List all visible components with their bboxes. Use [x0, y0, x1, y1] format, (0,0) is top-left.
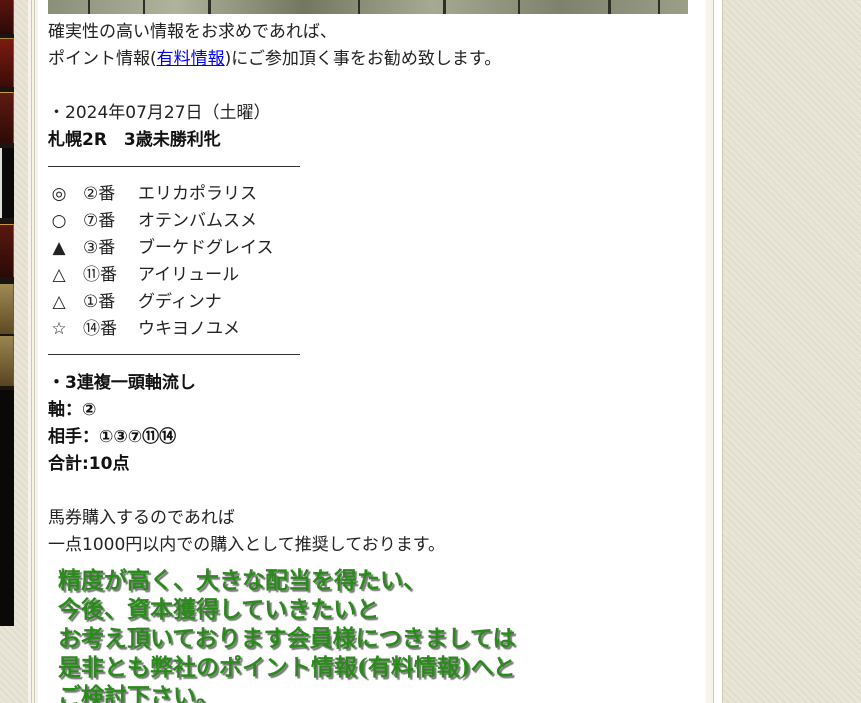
- purchase-line-2: 一点1000円以内での購入として推奨しております。: [48, 535, 446, 555]
- sidebar-button-6[interactable]: [0, 336, 14, 386]
- pick-mark: △: [52, 292, 66, 312]
- sidebar-button-2[interactable]: [0, 38, 14, 87]
- sidebar-dark-block: [0, 390, 14, 626]
- sidebar-button-3[interactable]: [0, 92, 14, 143]
- promo-message: 精度が高く、大きな配当を得たい、 今後、資本獲得していきたいと お考え頂いており…: [58, 566, 516, 703]
- race-date: ・2024年07月27日（土曜）: [48, 103, 271, 123]
- intro-line-2-before: ポイント情報(: [48, 49, 157, 69]
- bet-axis: 軸：②: [48, 400, 97, 420]
- pick-horse: ブーケドグレイス: [138, 238, 274, 258]
- article-content: 確実性の高い情報をお求めであれば、 ポイント情報(有料情報)にご参加頂く事をお勧…: [38, 0, 706, 703]
- promo-line: ご検討下さい。: [58, 683, 219, 703]
- promo-line: 精度が高く、大きな配当を得たい、: [58, 567, 426, 594]
- pick-number: ⑭番: [83, 319, 117, 339]
- pick-mark: ▲: [52, 238, 66, 258]
- top-banner-image: [48, 0, 688, 14]
- bet-total: 合計:10点: [48, 454, 130, 474]
- promo-line: 是非とも弊社のポイント情報(有料情報)へと: [58, 654, 516, 681]
- promo-line: 今後、資本獲得していきたいと: [58, 596, 380, 623]
- pick-number: ①番: [83, 292, 116, 312]
- promo-line: お考え頂いております会員様につきましては: [58, 625, 516, 652]
- bet-partners: 相手：①③⑦⑪⑭: [48, 427, 177, 447]
- pick-mark: ◎: [51, 184, 67, 204]
- right-panel-border: [713, 0, 723, 703]
- sidebar-button-4[interactable]: [0, 224, 14, 277]
- pick-number: ⑦番: [83, 211, 116, 231]
- bet-type: ・3連複一頭軸流し: [48, 373, 196, 393]
- pick-horse: ウキヨノユメ: [138, 319, 240, 339]
- divider-top: [48, 166, 300, 167]
- pick-mark: ○: [51, 211, 67, 231]
- sidebar-button-1[interactable]: [0, 0, 14, 34]
- pick-number: ③番: [83, 238, 116, 258]
- intro-line-2: ポイント情報(有料情報)にご参加頂く事をお勧め致します。: [48, 49, 501, 69]
- pick-mark: △: [52, 265, 66, 285]
- sidebar-dark-panel: [0, 148, 14, 218]
- pick-horse: オテンバムスメ: [138, 211, 257, 231]
- race-name: 札幌2R 3歳未勝利牝: [48, 130, 221, 150]
- pick-horse: アイリュール: [138, 265, 240, 285]
- purchase-line-1: 馬券購入するのであれば: [48, 508, 235, 528]
- left-sidebar-strip: [0, 0, 14, 626]
- intro-line-2-after: )にご参加頂く事をお勧め致します。: [224, 49, 502, 69]
- paid-info-link[interactable]: 有料情報: [157, 49, 225, 69]
- pick-number: ⑪番: [83, 265, 117, 285]
- pick-mark: ☆: [51, 319, 67, 339]
- pick-horse: グディンナ: [138, 292, 222, 312]
- pick-number: ②番: [83, 184, 116, 204]
- divider-bottom: [48, 354, 300, 355]
- intro-line-1: 確実性の高い情報をお求めであれば、: [48, 22, 337, 42]
- sidebar-button-5[interactable]: [0, 284, 14, 334]
- pick-horse: エリカポラリス: [138, 184, 257, 204]
